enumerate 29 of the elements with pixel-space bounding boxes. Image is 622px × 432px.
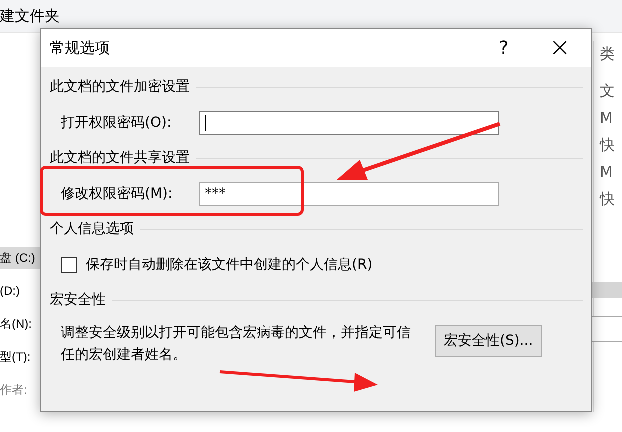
side-label: 快 (600, 135, 616, 156)
side-label: M (600, 108, 614, 129)
side-label: 文 (600, 81, 616, 102)
sidebar-item[interactable]: 盘 (C:) (0, 247, 42, 269)
field-label: 修改权限密码(M): (61, 184, 174, 202)
help-button[interactable]: ? (481, 29, 527, 67)
section-heading: 个人信息选项 (50, 220, 134, 238)
field-value: *** (205, 186, 226, 202)
dialog-title: 常规选项 (50, 38, 111, 58)
close-button[interactable]: × (537, 29, 583, 67)
sidebar-item[interactable]: (D:) (0, 280, 42, 302)
checkbox[interactable] (61, 256, 77, 272)
toolbar-label[interactable]: 建文件夹 (0, 6, 60, 26)
text-cursor (205, 114, 206, 130)
password-field[interactable] (199, 110, 499, 134)
side-label: 快 (600, 189, 616, 210)
section-heading: 宏安全性 (50, 291, 106, 309)
password-field[interactable]: *** (199, 182, 499, 206)
field-label: 打开权限密码(O): (61, 114, 173, 132)
macro-security-button[interactable]: 宏安全性(S)... (435, 325, 542, 357)
checkbox-label[interactable]: 保存时自动删除在该文件中创建的个人信息(R) (86, 256, 373, 274)
sidebar-item[interactable]: 名(N): (0, 313, 42, 335)
sidebar-item[interactable]: 作者: (0, 379, 42, 401)
sidebar-item[interactable]: 型(T): (0, 346, 42, 368)
side-label: 类 (600, 44, 616, 65)
side-label: M (600, 162, 614, 183)
section-heading: 此文档的文件共享设置 (50, 149, 190, 167)
description-text: 调整安全级别以打开可能包含宏病毒的文件，并指定可信任的宏创建者姓名。 (61, 324, 412, 365)
section-heading: 此文档的文件加密设置 (50, 78, 190, 96)
